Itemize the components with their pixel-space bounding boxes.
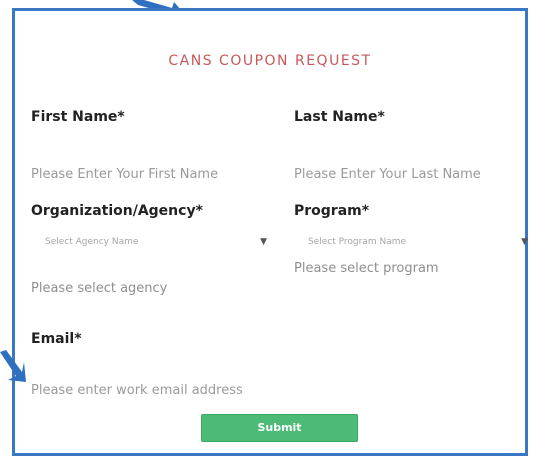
form-title: CANS COUPON REQUEST [168, 53, 372, 69]
email-label: Email* [31, 331, 82, 347]
organization-select-value: Select Agency Name [45, 237, 139, 247]
last-name-label: Last Name* [294, 109, 385, 125]
program-select[interactable]: Select Program Name ▼ [308, 233, 528, 251]
organization-label: Organization/Agency* [31, 203, 203, 219]
organization-error: Please select agency [31, 281, 168, 296]
program-select-value: Select Program Name [308, 237, 407, 247]
program-error: Please select program [294, 261, 439, 276]
chevron-down-icon: ▼ [521, 237, 528, 247]
chevron-down-icon: ▼ [260, 237, 267, 247]
last-name-input[interactable]: Please Enter Your Last Name [294, 167, 481, 182]
email-input[interactable]: Please enter work email address [31, 383, 243, 398]
first-name-label: First Name* [31, 109, 125, 125]
coupon-request-panel: CANS COUPON REQUEST First Name* Last Nam… [12, 8, 528, 456]
submit-button[interactable]: Submit [201, 414, 358, 442]
first-name-input[interactable]: Please Enter Your First Name [31, 167, 218, 182]
arrow-pointer-left [0, 350, 26, 382]
organization-select[interactable]: Select Agency Name ▼ [45, 233, 267, 251]
program-label: Program* [294, 203, 370, 219]
